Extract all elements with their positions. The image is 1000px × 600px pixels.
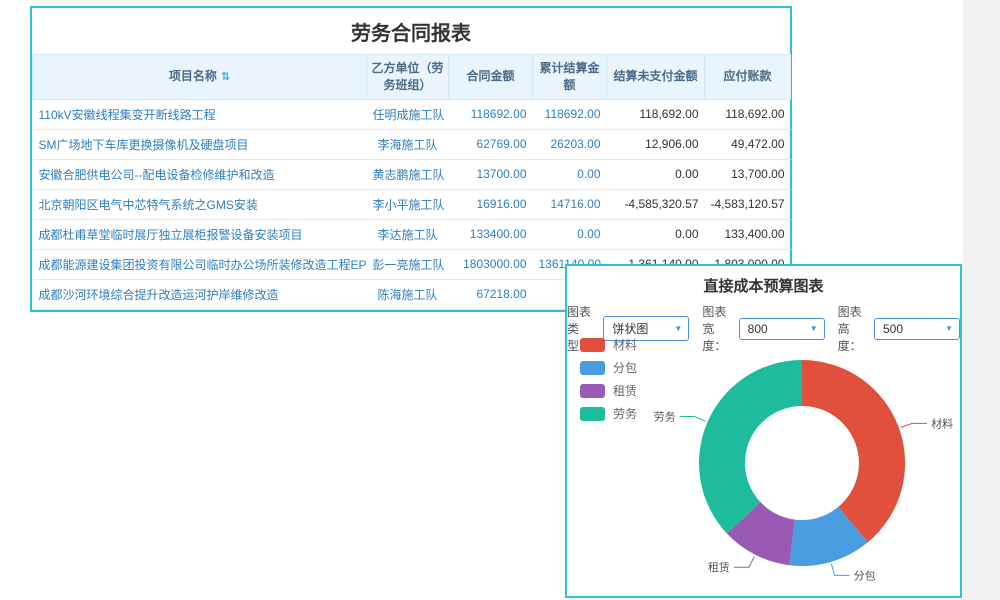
unpaid-amount-cell: -4,585,320.57 [607,189,705,219]
project-name-cell[interactable]: 成都杜甫草堂临时展厅独立展柜报警设备安装项目 [33,219,367,249]
project-name-cell[interactable]: 成都能源建设集团投资有限公司临时办公场所装修改造工程EPC [33,249,367,279]
label-leader-line [734,557,754,568]
direct-cost-chart-panel: 直接成本预算图表 图表类型： 饼状图 ▼ 图表宽度： 800 ▼ 图表高度： 5… [565,264,962,598]
column-header-team: 乙方单位（劳务班组） [367,55,449,100]
contract-amount-cell: 16916.00 [449,189,533,219]
contract-amount-cell: 118692.00 [449,99,533,129]
project-name-cell[interactable]: 安徽合肥供电公司--配电设备检修维护和改造 [33,159,367,189]
payable-cell: -4,583,120.57 [705,189,791,219]
unpaid-amount-cell: 118,692.00 [607,99,705,129]
column-header-payable: 应付账款 [705,55,791,100]
settled-amount-cell: 14716.00 [533,189,607,219]
unpaid-amount-cell: 0.00 [607,219,705,249]
contract-amount-cell: 133400.00 [449,219,533,249]
label-leader-line [901,423,927,427]
report-title: 劳务合同报表 [32,8,790,54]
pie-slice-材料[interactable] [802,360,905,542]
table-row: 110kV安徽线程集变开断线路工程 任明成施工队 118692.00 11869… [33,99,791,129]
team-cell: 李达施工队 [367,219,449,249]
column-label-project-name: 项目名称 [169,69,217,83]
table-row: 安徽合肥供电公司--配电设备检修维护和改造 黄志鹏施工队 13700.00 0.… [33,159,791,189]
contract-amount-cell: 67218.00 [449,279,533,309]
settled-amount-cell: 0.00 [533,159,607,189]
right-gutter [963,0,1000,600]
contract-amount-cell: 13700.00 [449,159,533,189]
column-header-unpaid-amount: 结算未支付金额 [607,55,705,100]
team-cell: 黄志鹏施工队 [367,159,449,189]
contract-amount-cell: 1803000.00 [449,249,533,279]
team-cell: 任明成施工队 [367,99,449,129]
team-cell: 彭一亮施工队 [367,249,449,279]
table-row: SM广场地下车库更换摄像机及硬盘项目 李海施工队 62769.00 26203.… [33,129,791,159]
settled-amount-cell: 26203.00 [533,129,607,159]
slice-label-分包: 分包 [854,569,876,582]
payable-cell: 118,692.00 [705,99,791,129]
team-cell: 李海施工队 [367,129,449,159]
donut-chart: 材料分包 租赁 劳务 [567,328,964,590]
settled-amount-cell: 118692.00 [533,99,607,129]
unpaid-amount-cell: 12,906.00 [607,129,705,159]
payable-cell: 133,400.00 [705,219,791,249]
slice-label-租赁: 租赁 [708,560,730,574]
table-header-row: 项目名称 ⇅ 乙方单位（劳务班组） 合同金额 累计结算金额 结算未支付金额 应付账… [33,55,791,100]
project-name-cell[interactable]: 北京朝阳区电气中芯特气系统之GMS安装 [33,189,367,219]
column-header-settled-amount: 累计结算金额 [533,55,607,100]
label-leader-line [680,417,706,422]
contract-amount-cell: 62769.00 [449,129,533,159]
team-cell: 李小平施工队 [367,189,449,219]
chart-panel-title: 直接成本预算图表 [567,266,960,303]
payable-cell: 13,700.00 [705,159,791,189]
column-header-project-name[interactable]: 项目名称 ⇅ [33,55,367,100]
project-name-cell[interactable]: SM广场地下车库更换摄像机及硬盘项目 [33,129,367,159]
slice-label-材料: 材料 [931,416,953,430]
page: { "ui": { "caret": "▼", "sort_icon": "⇅"… [0,0,1000,600]
project-name-cell[interactable]: 110kV安徽线程集变开断线路工程 [33,99,367,129]
settled-amount-cell: 0.00 [533,219,607,249]
payable-cell: 49,472.00 [705,129,791,159]
label-leader-line [831,564,849,576]
unpaid-amount-cell: 0.00 [607,159,705,189]
project-name-cell[interactable]: 成都沙河环境综合提升改造运河护岸维修改造 [33,279,367,309]
table-row: 北京朝阳区电气中芯特气系统之GMS安装 李小平施工队 16916.00 1471… [33,189,791,219]
team-cell: 陈海施工队 [367,279,449,309]
table-row: 成都杜甫草堂临时展厅独立展柜报警设备安装项目 李达施工队 133400.00 0… [33,219,791,249]
sort-icon[interactable]: ⇅ [221,71,230,83]
pie-slice-劳务[interactable] [699,360,802,534]
column-header-contract-amount: 合同金额 [449,55,533,100]
slice-label-劳务: 劳务 [654,411,676,424]
